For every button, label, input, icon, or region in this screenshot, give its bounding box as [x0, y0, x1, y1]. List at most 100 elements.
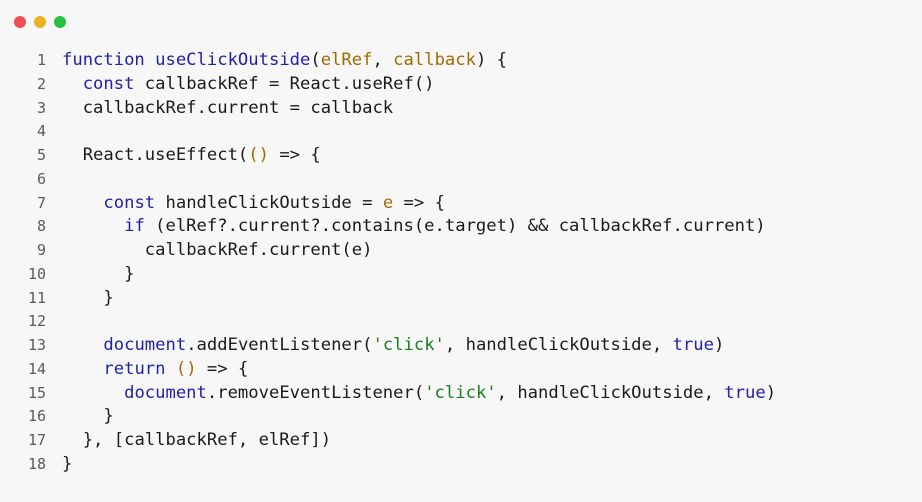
- code-line: 4: [0, 120, 922, 144]
- code-token: callbackRef = React.useRef(): [144, 73, 435, 94]
- code-token: }: [103, 287, 114, 308]
- line-number: 6: [36, 169, 46, 188]
- line-number: 9: [36, 241, 46, 259]
- code-block: 1 function useClickOutside(elRef, callbac…: [0, 49, 922, 477]
- code-token: }: [62, 453, 73, 474]
- code-token: (): [248, 145, 269, 165]
- code-line: 16 }: [0, 405, 922, 429]
- code-text: return () => {: [62, 358, 248, 382]
- code-text: }, [callbackRef, elRef]): [62, 429, 331, 453]
- minimize-window-dot-icon[interactable]: [34, 16, 46, 28]
- code-token: const: [82, 73, 145, 94]
- code-line: 12: [0, 310, 922, 334]
- line-number: 3: [36, 98, 46, 117]
- code-text: if (elRef?.current?.contains(e.target) &…: [62, 215, 766, 239]
- line-number: 13: [27, 336, 46, 354]
- code-token: const: [103, 192, 166, 213]
- code-line: 6: [0, 168, 922, 192]
- code-text: }: [62, 263, 134, 287]
- code-token: elRef: [320, 50, 373, 70]
- line-number: 14: [27, 359, 46, 378]
- code-text: document.removeEventListener('click', ha…: [62, 382, 776, 406]
- code-line: 17 }, [callbackRef, elRef]): [0, 429, 922, 453]
- line-number: 4: [36, 122, 46, 141]
- code-line: 11 }: [0, 287, 922, 311]
- line-number: 16: [27, 407, 46, 426]
- code-token: true: [724, 382, 766, 403]
- code-token: if: [124, 216, 156, 237]
- code-token: ): [765, 382, 777, 403]
- code-line: 10 }: [0, 263, 922, 287]
- code-text: callbackRef.current = callback: [62, 97, 393, 121]
- code-token: (): [175, 358, 197, 379]
- code-text: function useClickOutside(elRef, callback…: [62, 49, 507, 73]
- line-number: 15: [27, 383, 46, 402]
- code-token: }: [103, 406, 114, 427]
- code-token: 'click': [372, 335, 445, 355]
- line-number: 2: [36, 74, 46, 93]
- code-token: function: [62, 50, 156, 70]
- code-token: return: [103, 358, 176, 379]
- code-token: ,: [372, 50, 394, 70]
- code-token: callbackRef.current = callback: [82, 97, 394, 118]
- code-text: React.useEffect(() => {: [62, 144, 321, 168]
- close-window-dot-icon[interactable]: [14, 16, 26, 28]
- code-token: (: [310, 50, 321, 70]
- line-number: 7: [36, 193, 46, 212]
- code-text: const handleClickOutside = e => {: [62, 192, 445, 216]
- code-token: handleClickOutside =: [165, 192, 383, 213]
- code-token: => {: [196, 358, 249, 379]
- code-token: (elRef?.current?.contains(e.target) && c…: [155, 216, 766, 237]
- code-token: callbackRef.current(e): [144, 240, 373, 260]
- code-token: .removeEventListener(: [206, 382, 425, 403]
- line-number: 8: [36, 217, 46, 236]
- code-token: React.useEffect(: [82, 145, 249, 165]
- code-token: , handleClickOutside,: [444, 335, 673, 355]
- code-line: 2 const callbackRef = React.useRef(): [0, 73, 922, 97]
- code-token: => {: [268, 145, 321, 165]
- code-text: callbackRef.current(e): [62, 239, 373, 263]
- code-text: }: [62, 453, 72, 477]
- code-token: document: [124, 382, 207, 403]
- code-line: 7 const handleClickOutside = e => {: [0, 192, 922, 216]
- code-line: 18}: [0, 453, 922, 477]
- line-number: 18: [27, 454, 46, 473]
- code-line: 15 document.removeEventListener('click',…: [0, 382, 922, 406]
- code-line: 9 callbackRef.current(e): [0, 239, 922, 263]
- line-number: 12: [27, 312, 46, 331]
- code-token: .addEventListener(: [186, 335, 373, 355]
- line-number: 10: [27, 264, 46, 283]
- line-number: 5: [36, 146, 46, 164]
- maximize-window-dot-icon[interactable]: [54, 16, 66, 28]
- code-line: 8 if (elRef?.current?.contains(e.target)…: [0, 215, 922, 239]
- code-token: }: [124, 263, 135, 284]
- code-token: ) {: [475, 50, 508, 70]
- line-number: 1: [36, 51, 46, 69]
- code-line: 5 React.useEffect(() => {: [0, 144, 922, 168]
- code-token: callback: [393, 50, 476, 70]
- code-text: }: [62, 405, 114, 429]
- code-token: , handleClickOutside,: [496, 382, 725, 403]
- code-token: => {: [393, 192, 445, 213]
- code-token: useClickOutside: [155, 50, 311, 70]
- code-line: 14 return () => {: [0, 358, 922, 382]
- window-titlebar: [0, 0, 922, 40]
- code-text: }: [62, 287, 114, 311]
- code-window: 1 function useClickOutside(elRef, callbac…: [0, 0, 922, 502]
- code-line: 3 callbackRef.current = callback: [0, 97, 922, 121]
- code-text: const callbackRef = React.useRef(): [62, 73, 435, 97]
- code-token: document: [103, 335, 187, 355]
